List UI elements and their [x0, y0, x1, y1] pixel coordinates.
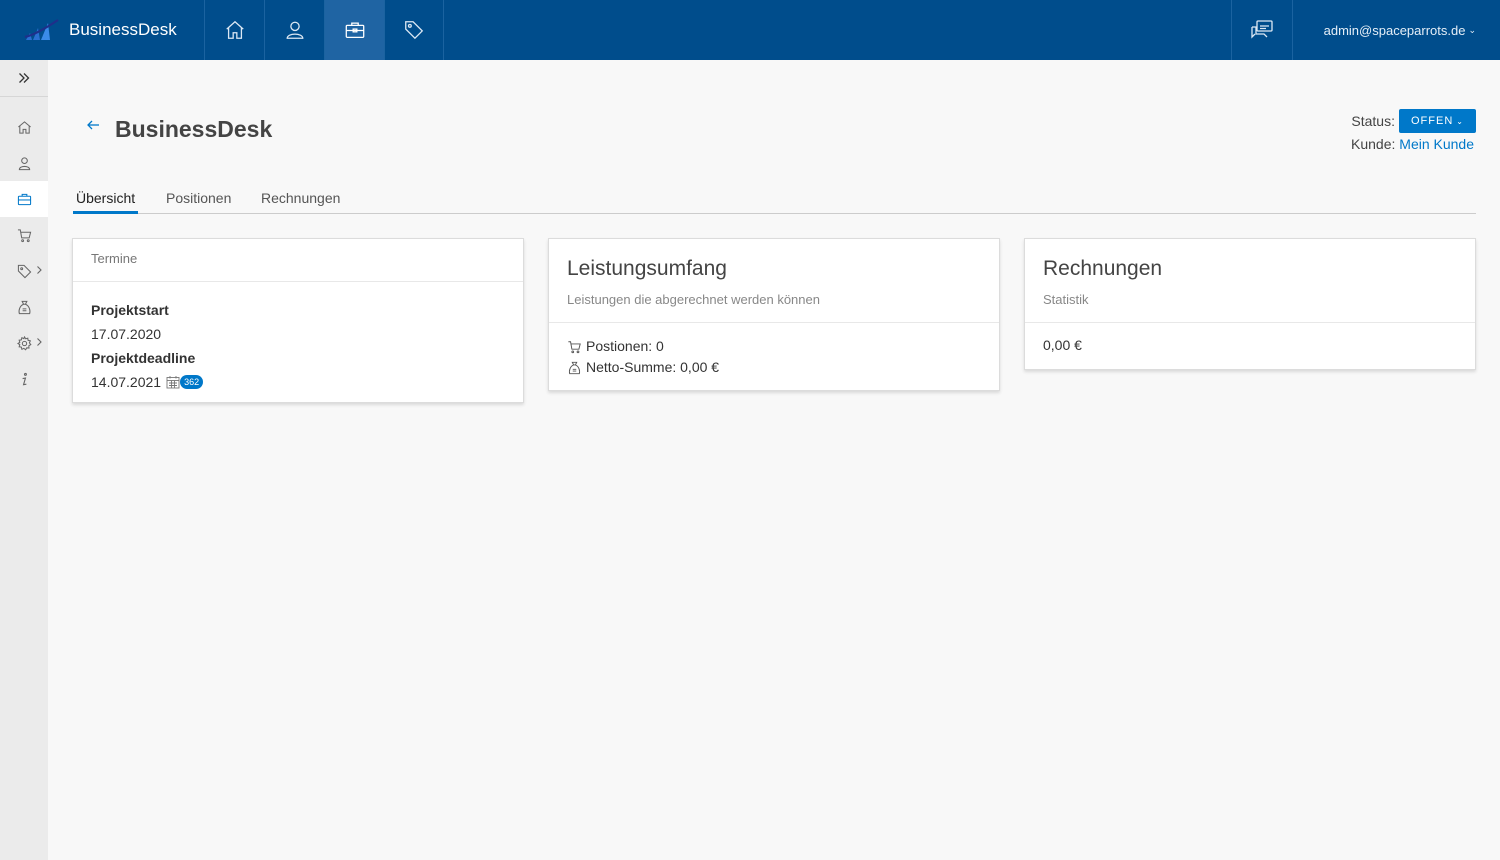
page-title: BusinessDesk — [115, 116, 273, 142]
sidebar-item-products[interactable] — [0, 253, 48, 289]
top-nav — [204, 0, 444, 60]
days-remaining-badge: 362 — [180, 375, 204, 389]
user-email: admin@spaceparrots.de — [1323, 22, 1466, 38]
briefcase-icon — [345, 22, 364, 38]
net-sum-row: Netto-Summe: 0,00 € — [567, 357, 981, 378]
back-arrow-icon[interactable] — [86, 118, 100, 132]
double-chevron-right-icon — [19, 73, 30, 83]
tag-icon — [405, 21, 424, 40]
gear-icon — [17, 335, 32, 351]
sidebar-item-finance[interactable] — [0, 289, 48, 325]
sidebar-item-projects[interactable] — [0, 181, 48, 217]
status-label: Status: — [1351, 113, 1395, 129]
card-invoices-subtitle: Statistik — [1043, 292, 1089, 307]
status-value: OFFEN — [1411, 115, 1454, 127]
positions-count: Postionen: 0 — [586, 338, 664, 354]
card-invoices: Rechnungen Statistik 0,00 € — [1024, 238, 1476, 370]
home-icon — [225, 20, 244, 39]
money-bag-icon — [568, 361, 581, 374]
status-row: Status: OFFEN ⌄ — [1351, 109, 1476, 133]
chevron-right-icon — [37, 338, 42, 346]
calendar-icon — [166, 376, 180, 389]
sidebar-item-customers[interactable] — [0, 145, 48, 181]
status-dropdown[interactable]: OFFEN ⌄ — [1399, 109, 1476, 133]
customer-link[interactable]: Mein Kunde — [1399, 136, 1474, 152]
tab-overview[interactable]: Übersicht — [73, 183, 139, 214]
card-scope-subtitle: Leistungen die abgerechnet werden können — [567, 292, 820, 307]
customer-row: Kunde: Mein Kunde — [1351, 136, 1474, 152]
chat-icon — [1251, 20, 1273, 39]
sidebar-toggle[interactable] — [0, 60, 48, 97]
info-icon — [22, 372, 27, 385]
home-icon — [18, 120, 31, 134]
brand[interactable]: BusinessDesk — [24, 0, 177, 60]
card-dates: Termine Projektstart 17.07.2020 Projektd… — [72, 238, 524, 403]
sidebar-item-home[interactable] — [0, 109, 48, 145]
brand-logo-icon — [24, 19, 59, 40]
customer-label: Kunde: — [1351, 136, 1396, 152]
topnav-products[interactable] — [384, 0, 444, 60]
user-icon — [286, 21, 303, 39]
card-invoices-title: Rechnungen — [1043, 257, 1163, 280]
tab-invoices[interactable]: Rechnungen — [258, 183, 343, 213]
card-scope-title: Leistungsumfang — [567, 257, 727, 280]
sidebar-item-settings[interactable] — [0, 325, 48, 361]
project-deadline-value: 14.07.2021 — [91, 374, 162, 390]
card-scope: Leistungsumfang Leistungen die abgerechn… — [548, 238, 1000, 391]
sidebar-item-info[interactable] — [0, 361, 48, 397]
chevron-right-icon — [37, 266, 42, 274]
invoices-total: 0,00 € — [1043, 337, 1082, 353]
money-bag-icon — [18, 300, 31, 314]
project-start-label: Projektstart — [91, 302, 169, 318]
tab-positions[interactable]: Positionen — [163, 183, 234, 213]
topnav-projects[interactable] — [324, 0, 384, 60]
topnav-home[interactable] — [204, 0, 264, 60]
brand-name: BusinessDesk — [69, 20, 177, 39]
chevron-down-icon: ⌄ — [1456, 116, 1464, 126]
tab-bar: Übersicht Positionen Rechnungen — [73, 183, 1476, 214]
card-dates-header: Termine — [73, 239, 523, 282]
positions-count-row: Postionen: 0 — [567, 336, 981, 357]
top-bar: BusinessDesk admin@spaceparrots.de ⌄ — [0, 0, 1500, 60]
project-start-value: 17.07.2020 — [91, 326, 162, 342]
project-deadline-label: Projektdeadline — [91, 350, 196, 366]
cart-icon — [17, 228, 32, 242]
chat-button[interactable] — [1231, 0, 1293, 60]
user-menu[interactable]: admin@spaceparrots.de ⌄ — [1324, 0, 1476, 60]
chevron-down-icon: ⌄ — [1468, 24, 1476, 35]
tag-icon — [17, 264, 32, 278]
sidebar-item-cart[interactable] — [0, 217, 48, 253]
project-deadline-row: 14.07.2021 362 — [91, 370, 505, 394]
topnav-customers[interactable] — [264, 0, 324, 60]
net-sum: Netto-Summe: 0,00 € — [586, 359, 720, 375]
sidebar — [0, 60, 48, 860]
briefcase-icon — [17, 193, 32, 205]
cart-icon — [568, 340, 581, 353]
user-icon — [18, 156, 31, 170]
